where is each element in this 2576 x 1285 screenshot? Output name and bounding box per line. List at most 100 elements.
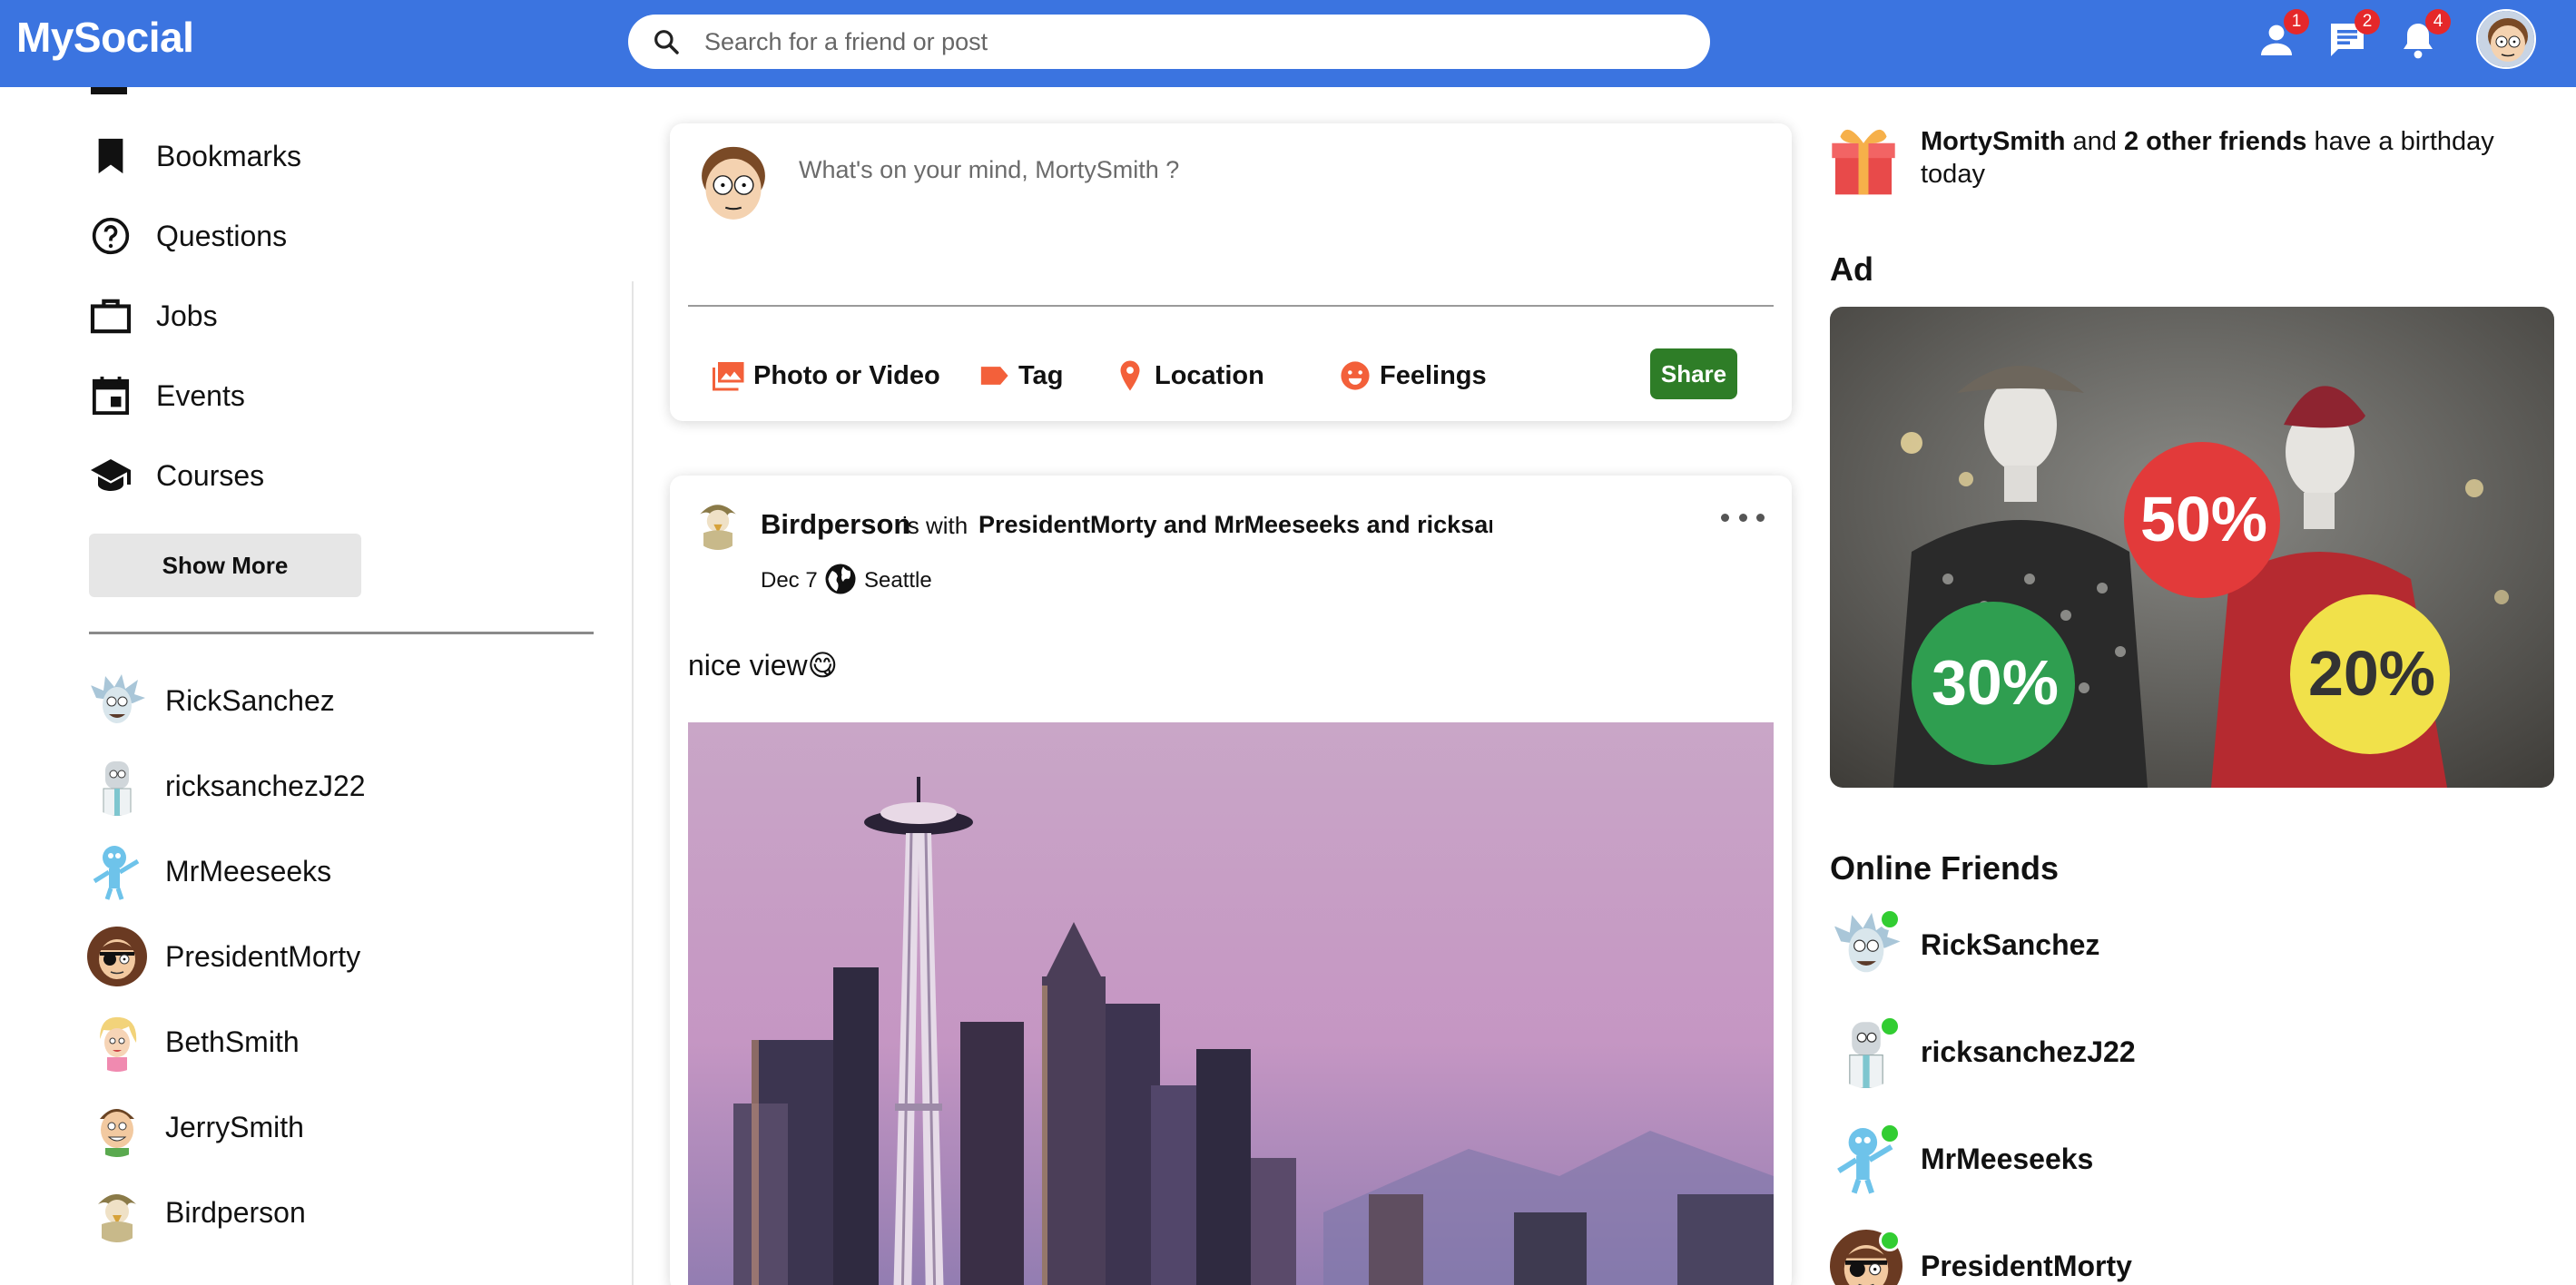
online-status-dot xyxy=(1879,908,1901,930)
option-label: Tag xyxy=(1018,360,1064,390)
online-status-dot xyxy=(1879,1230,1901,1251)
ad-badge-20: 20% xyxy=(2308,638,2435,709)
avatar xyxy=(87,1182,147,1242)
graduation-cap-icon xyxy=(87,452,134,499)
post-tagged-friends[interactable]: PresidentMorty and MrMeeseeks and ricksa… xyxy=(978,511,1492,539)
photo-or-video-option[interactable]: Photo or Video xyxy=(712,350,940,401)
avatar xyxy=(87,927,147,986)
friend-list-item[interactable]: ricksanchezJ22 xyxy=(87,753,366,819)
sidebar-item-label: Jobs xyxy=(156,299,218,332)
help-circle-icon xyxy=(87,212,134,260)
sidebar-divider xyxy=(89,632,594,634)
sidebar-item-events[interactable]: Events xyxy=(87,363,245,428)
smiley-icon xyxy=(1338,358,1372,393)
online-friend-item[interactable]: MrMeeseeks xyxy=(1830,1120,2093,1198)
online-status-dot xyxy=(1879,1123,1901,1144)
left-sidebar: Bookmarks Questions Jobs Events Courses … xyxy=(0,87,626,1285)
post-date: Dec 7 xyxy=(761,568,818,593)
top-bar: MySocial 1 2 4 xyxy=(0,0,2576,87)
option-label: Photo or Video xyxy=(753,360,940,390)
photo-library-icon xyxy=(712,358,746,393)
share-divider xyxy=(688,305,1774,307)
notifications-badge: 4 xyxy=(2425,9,2451,34)
friend-name: JerrySmith xyxy=(165,1110,304,1143)
birthday-name: MortySmith xyxy=(1921,127,2066,156)
avatar[interactable] xyxy=(690,494,746,550)
sidebar-item-courses[interactable]: Courses xyxy=(87,443,264,508)
search-icon xyxy=(654,30,679,54)
friend-name: MrMeeseeks xyxy=(165,854,332,888)
post-author[interactable]: Birdperson xyxy=(761,508,910,541)
messages-badge: 2 xyxy=(2355,9,2380,34)
birthday-others: 2 other friends xyxy=(2124,127,2307,156)
share-box: Photo or Video Tag Location Feelings Sha… xyxy=(670,123,1792,421)
friend-list-item[interactable]: MrMeeseeks xyxy=(87,839,331,904)
briefcase-icon xyxy=(87,292,134,339)
friend-name: PresidentMorty xyxy=(1921,1249,2132,1282)
avatar xyxy=(1830,1015,1903,1088)
tag-option[interactable]: Tag xyxy=(977,350,1063,401)
feelings-option[interactable]: Feelings xyxy=(1338,350,1487,401)
morty-avatar-image xyxy=(2478,11,2534,67)
avatar xyxy=(87,1012,147,1072)
location-pin-icon xyxy=(1113,358,1147,393)
post-location[interactable]: Seattle xyxy=(864,568,932,593)
friend-name: PresidentMorty xyxy=(165,939,361,973)
show-more-button[interactable]: Show More xyxy=(89,534,361,597)
friend-list-item[interactable]: Birdperson xyxy=(87,1180,306,1245)
avatar[interactable] xyxy=(690,142,777,229)
search-input[interactable] xyxy=(686,15,1685,69)
online-friend-item[interactable]: PresidentMorty xyxy=(1830,1227,2132,1285)
groups-icon-partial xyxy=(91,87,127,94)
location-option[interactable]: Location xyxy=(1113,350,1264,401)
status-input[interactable] xyxy=(799,147,1761,192)
friend-name: BethSmith xyxy=(165,1025,300,1058)
online-status-dot xyxy=(1879,1015,1901,1037)
more-options-button[interactable] xyxy=(1721,499,1765,535)
friend-name: ricksanchezJ22 xyxy=(1921,1035,2136,1068)
sidebar-vertical-divider xyxy=(632,281,634,1285)
notifications-button[interactable]: 4 xyxy=(2396,9,2451,62)
online-friend-item[interactable]: ricksanchezJ22 xyxy=(1830,1013,2136,1091)
avatar xyxy=(87,1097,147,1157)
calendar-icon xyxy=(87,372,134,419)
friend-name: MrMeeseeks xyxy=(1921,1142,2094,1175)
messages-button[interactable]: 2 xyxy=(2325,9,2380,62)
share-button[interactable]: Share xyxy=(1650,348,1737,399)
friend-name: RickSanchez xyxy=(1921,927,2100,961)
gift-icon xyxy=(1832,129,1895,195)
sidebar-item-bookmarks[interactable]: Bookmarks xyxy=(87,123,301,189)
post-image-seattle-skyline[interactable] xyxy=(688,722,1774,1285)
friend-list-item[interactable]: BethSmith xyxy=(87,1009,300,1074)
profile-avatar[interactable] xyxy=(2476,9,2536,69)
online-friend-item[interactable]: RickSanchez xyxy=(1830,906,2099,984)
avatar xyxy=(1830,1230,1903,1285)
ad-badge-30: 30% xyxy=(1932,647,2059,718)
friend-requests-badge: 1 xyxy=(2284,9,2309,34)
post-with-text: is with xyxy=(902,512,968,539)
ad-image[interactable]: 50% 30% 20% xyxy=(1830,307,2554,788)
friend-list-item[interactable]: JerrySmith xyxy=(87,1094,304,1160)
birthday-connector: and xyxy=(2065,127,2124,156)
more-dots-icon xyxy=(1721,513,1729,522)
ad-badge-50: 50% xyxy=(2140,484,2267,554)
friend-list-item[interactable]: PresidentMorty xyxy=(87,924,360,989)
sidebar-item-label: Questions xyxy=(156,219,288,252)
ad-title: Ad xyxy=(1830,250,1873,288)
friend-list-item[interactable]: RickSanchez xyxy=(87,668,335,733)
sidebar-item-label: Courses xyxy=(156,458,265,492)
avatar xyxy=(87,841,147,901)
avatar xyxy=(1830,1123,1903,1195)
avatar xyxy=(87,756,147,816)
friend-name: ricksanchezJ22 xyxy=(165,769,366,802)
search-bar[interactable] xyxy=(628,15,1710,69)
sidebar-item-questions[interactable]: Questions xyxy=(87,203,287,269)
globe-icon xyxy=(825,564,856,594)
app-logo[interactable]: MySocial xyxy=(16,13,194,62)
sidebar-item-jobs[interactable]: Jobs xyxy=(87,283,218,348)
sidebar-item-label: Bookmarks xyxy=(156,139,302,172)
post-card: Birdperson is with PresidentMorty and Mr… xyxy=(670,476,1792,1285)
friend-requests-button[interactable]: 1 xyxy=(2255,9,2309,62)
avatar xyxy=(1830,908,1903,981)
avatar xyxy=(87,671,147,731)
